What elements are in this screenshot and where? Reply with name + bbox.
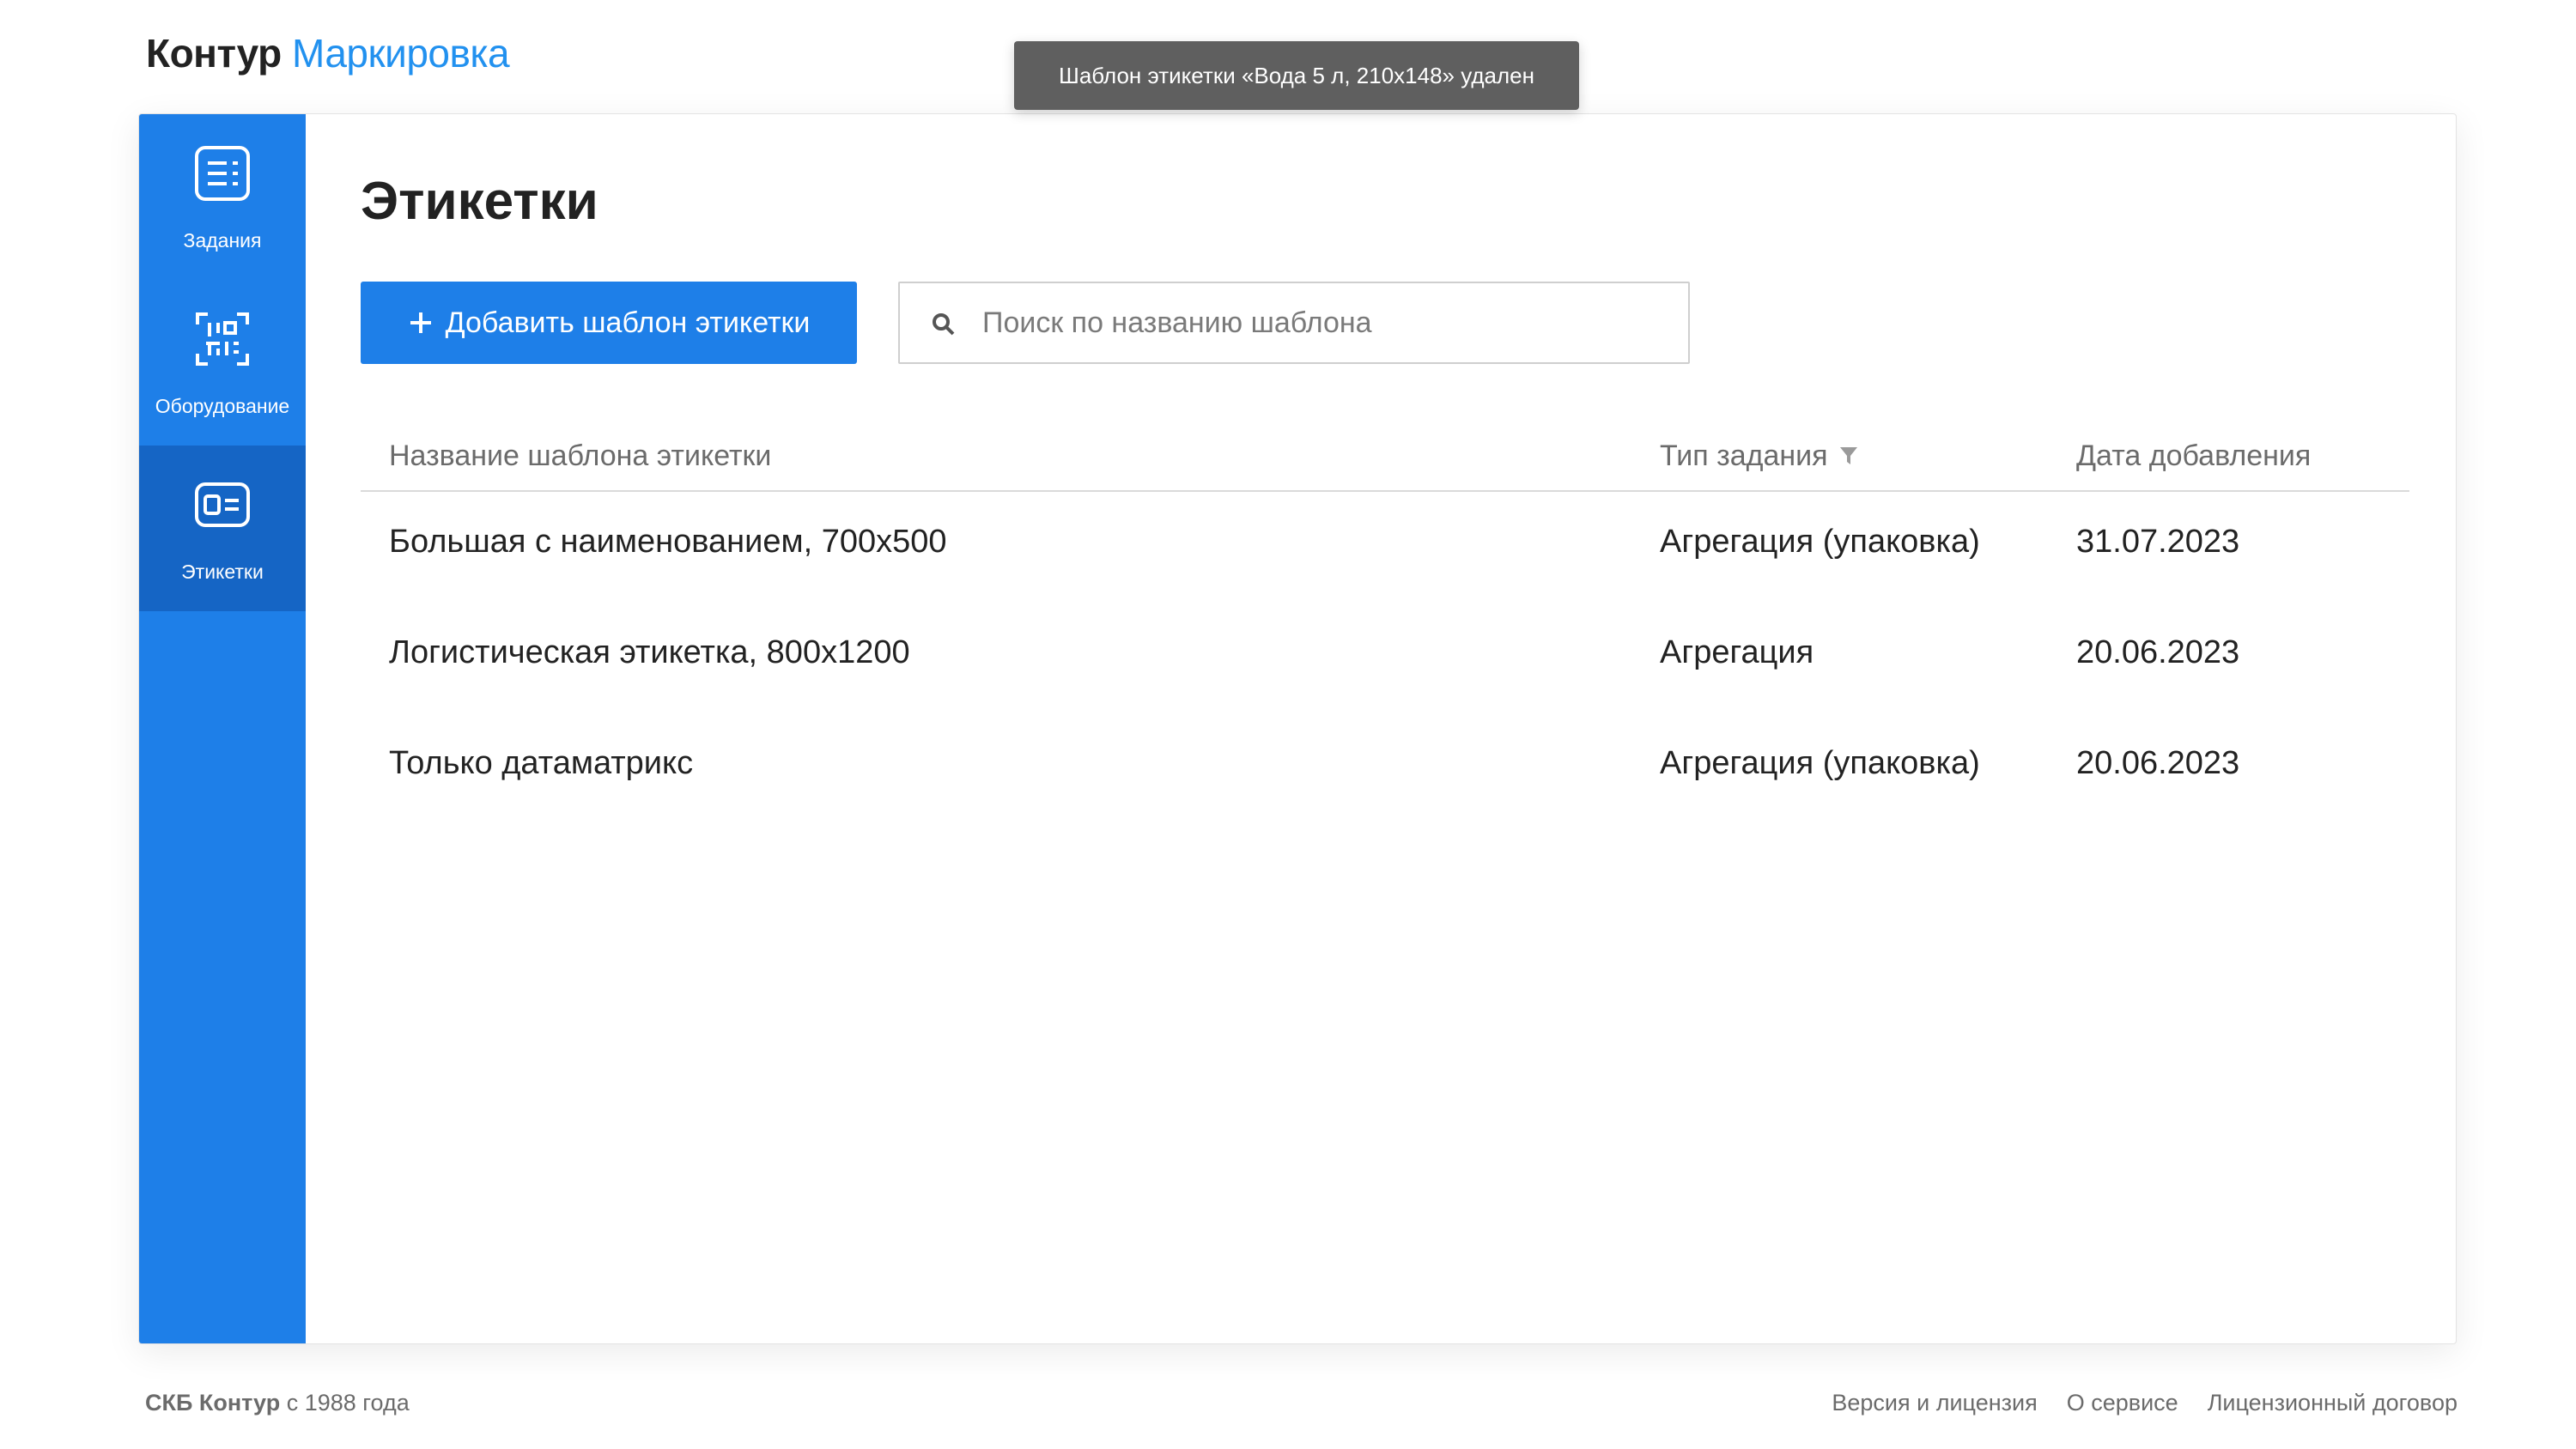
add-label-template-button[interactable]: Добавить шаблон этикетки <box>361 282 857 364</box>
app-logo[interactable]: Контур Маркировка <box>146 29 510 77</box>
column-header-date: Дата добавления <box>2076 437 2311 475</box>
footer-links: Версия и лицензия О сервисе Лицензионный… <box>1832 1387 2458 1418</box>
logo-product: Маркировка <box>292 31 510 76</box>
column-header-label: Дата добавления <box>2076 440 2312 472</box>
footer-link-version-license[interactable]: Версия и лицензия <box>1832 1387 2037 1418</box>
column-header-type[interactable]: Тип задания <box>1660 437 1859 475</box>
sidebar-item-label: Этикетки <box>181 561 264 583</box>
table-header: Название шаблона этикетки Тип задания Да… <box>361 430 2409 492</box>
sidebar-item-label: Оборудование <box>155 395 290 417</box>
footer-since: с 1988 года <box>286 1390 410 1416</box>
cell-task-type: Агрегация <box>1660 634 1814 670</box>
labels-table: Название шаблона этикетки Тип задания Да… <box>361 430 2409 824</box>
cell-template-name[interactable]: Логистическая этикетка, 800x1200 <box>389 632 910 673</box>
sidebar: Задания Оборудование Этикетки <box>139 114 306 1343</box>
tasks-list-icon <box>195 146 250 201</box>
add-button-label: Добавить шаблон этикетки <box>445 306 811 339</box>
label-card-icon <box>195 482 250 527</box>
cell-date-added: 20.06.2023 <box>2076 634 2240 670</box>
table-row[interactable]: Только датаматрикс Агрегация (упаковка) … <box>361 713 2409 824</box>
app-root: Контур Маркировка Задания Оборудование Э… <box>0 0 2576 1449</box>
search-box[interactable] <box>898 282 1690 364</box>
cell-template-name[interactable]: Большая с наименованием, 700x500 <box>389 521 947 562</box>
search-input[interactable] <box>982 283 1669 362</box>
sidebar-item-label: Задания <box>183 229 262 252</box>
footer-copyright: СКБ Контур с 1988 года <box>145 1387 410 1418</box>
footer-company: СКБ Контур <box>145 1390 281 1416</box>
sidebar-item-tasks[interactable]: Задания <box>139 114 306 280</box>
cell-template-name[interactable]: Только датаматрикс <box>389 743 693 784</box>
table-row[interactable]: Большая с наименованием, 700x500 Агрегац… <box>361 492 2409 603</box>
sidebar-item-labels[interactable]: Этикетки <box>139 446 306 611</box>
plus-icon <box>410 312 431 333</box>
barcode-scanner-icon <box>196 312 249 366</box>
column-header-name: Название шаблона этикетки <box>389 437 771 475</box>
sidebar-item-equipment[interactable]: Оборудование <box>139 280 306 446</box>
toast-notification: Шаблон этикетки «Вода 5 л, 210х148» удал… <box>1014 41 1579 110</box>
column-header-label: Тип задания <box>1660 440 1828 472</box>
column-header-label: Название шаблона этикетки <box>389 440 772 472</box>
page-title: Этикетки <box>361 172 598 231</box>
logo-brand: Контур <box>146 31 282 76</box>
filter-icon[interactable] <box>1838 445 1859 467</box>
main-card: Задания Оборудование Этикетки Этикетки Д… <box>138 113 2457 1344</box>
cell-task-type: Агрегация (упаковка) <box>1660 524 1980 560</box>
cell-date-added: 31.07.2023 <box>2076 524 2240 560</box>
footer-link-about[interactable]: О сервисе <box>2067 1387 2178 1418</box>
table-row[interactable]: Логистическая этикетка, 800x1200 Агрегац… <box>361 603 2409 713</box>
cell-date-added: 20.06.2023 <box>2076 745 2240 781</box>
footer-link-license-agreement[interactable]: Лицензионный договор <box>2208 1387 2458 1418</box>
cell-task-type: Агрегация (упаковка) <box>1660 745 1980 781</box>
search-icon <box>933 313 955 336</box>
